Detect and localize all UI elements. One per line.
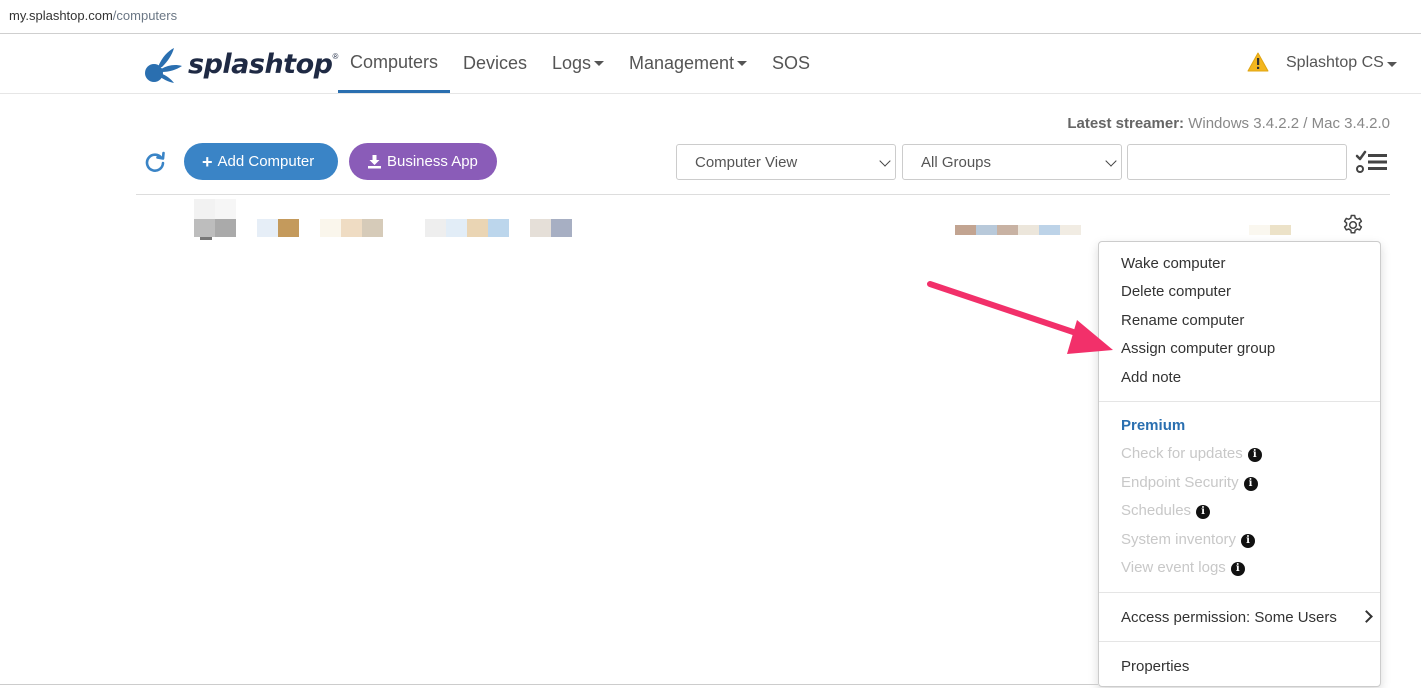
redacted-pixel — [551, 219, 572, 237]
menu-divider — [1099, 401, 1380, 402]
nav-sos[interactable]: SOS — [764, 35, 818, 92]
info-icon[interactable]: i — [1247, 448, 1262, 462]
menu-item-wake-computer[interactable]: Wake computer — [1121, 255, 1225, 272]
menu-item-assign-computer-group[interactable]: Assign computer group — [1121, 340, 1275, 357]
info-icon[interactable]: i — [1196, 505, 1211, 519]
search-input[interactable] — [1127, 144, 1347, 180]
splashtop-logo[interactable]: splashtop ® — [144, 44, 338, 84]
menu-item-schedules: Schedules i — [1121, 502, 1211, 519]
chevron-down-icon — [1386, 62, 1397, 67]
premium-heading: Premium — [1121, 417, 1186, 434]
menu-item-access-permission[interactable]: Access permission: Some Users — [1121, 609, 1337, 626]
redacted-pixel — [467, 219, 488, 237]
menu-item-endpoint-security: Endpoint Security i — [1121, 474, 1258, 491]
menu-item-check-for-updates: Check for updates i — [1121, 445, 1262, 462]
redacted-pixel — [1039, 225, 1060, 235]
top-navbar: splashtop ® Computers Devices Logs Manag… — [0, 35, 1421, 94]
business-app-button[interactable]: Business App — [349, 143, 497, 180]
browser-url-bar[interactable]: my.splashtop.com/computers — [0, 0, 1421, 34]
redacted-pixel — [200, 237, 212, 240]
menu-item-delete-computer[interactable]: Delete computer — [1121, 283, 1231, 300]
group-filter-select[interactable]: All Groups — [902, 144, 1122, 180]
redacted-pixel — [215, 219, 236, 237]
redacted-pixel — [530, 219, 551, 237]
brand-name: splashtop — [188, 48, 333, 80]
redacted-pixel — [362, 219, 383, 237]
redacted-pixel — [278, 219, 299, 237]
redacted-pixel — [194, 219, 215, 237]
chevron-down-icon — [594, 61, 605, 66]
url-text[interactable]: my.splashtop.com/computers — [9, 8, 177, 23]
add-computer-button[interactable]: + Add Computer — [184, 143, 338, 180]
toolbar-divider — [136, 194, 1390, 195]
info-icon[interactable]: i — [1241, 534, 1256, 548]
splashtop-logo-icon — [145, 48, 182, 83]
computer-context-menu: Wake computer Delete computer Rename com… — [1098, 241, 1381, 687]
menu-item-add-note[interactable]: Add note — [1121, 369, 1181, 386]
redacted-pixel — [341, 219, 362, 237]
nav-management[interactable]: Management — [622, 35, 754, 92]
plus-icon: + — [202, 151, 213, 172]
account-menu[interactable]: Splashtop CS — [1286, 54, 1397, 72]
redacted-pixel — [1249, 225, 1270, 235]
nav-devices[interactable]: Devices — [455, 35, 535, 92]
nav-computers[interactable]: Computers — [338, 35, 450, 93]
redacted-pixel — [446, 219, 467, 237]
page-bottom-border — [0, 684, 1098, 685]
info-icon[interactable]: i — [1243, 477, 1258, 491]
chevron-down-icon — [737, 61, 748, 66]
menu-item-system-inventory: System inventory i — [1121, 531, 1256, 548]
menu-item-properties[interactable]: Properties — [1121, 658, 1189, 675]
chevron-down-icon — [1105, 155, 1117, 167]
chevron-right-icon — [1360, 610, 1373, 623]
redacted-pixel — [488, 219, 509, 237]
warning-triangle-icon[interactable] — [1247, 52, 1269, 72]
redacted-pixel — [1270, 225, 1291, 235]
redacted-pixel — [997, 225, 1018, 235]
nav-logs[interactable]: Logs — [545, 35, 611, 92]
download-icon — [368, 155, 381, 169]
latest-streamer-info: Latest streamer: Windows 3.4.2.2 / Mac 3… — [1067, 115, 1390, 132]
redacted-pixel — [257, 219, 278, 237]
gear-icon[interactable] — [1341, 213, 1365, 237]
redacted-pixel — [1018, 225, 1039, 235]
redacted-pixel — [425, 219, 446, 237]
redacted-pixel — [215, 199, 236, 219]
menu-divider — [1099, 641, 1380, 642]
menu-item-rename-computer[interactable]: Rename computer — [1121, 312, 1244, 329]
annotation-arrow — [927, 281, 1113, 354]
chevron-down-icon — [879, 155, 891, 167]
redacted-pixel — [194, 199, 215, 219]
info-icon[interactable]: i — [1230, 562, 1245, 576]
redacted-pixel — [320, 219, 341, 237]
redacted-pixel — [1060, 225, 1081, 235]
redacted-pixel — [955, 225, 976, 235]
redacted-pixel — [976, 225, 997, 235]
computer-view-select[interactable]: Computer View — [676, 144, 896, 180]
refresh-icon[interactable] — [144, 151, 166, 173]
menu-divider — [1099, 592, 1380, 593]
menu-item-view-event-logs: View event logs i — [1121, 559, 1245, 576]
checklist-icon[interactable] — [1355, 150, 1389, 174]
